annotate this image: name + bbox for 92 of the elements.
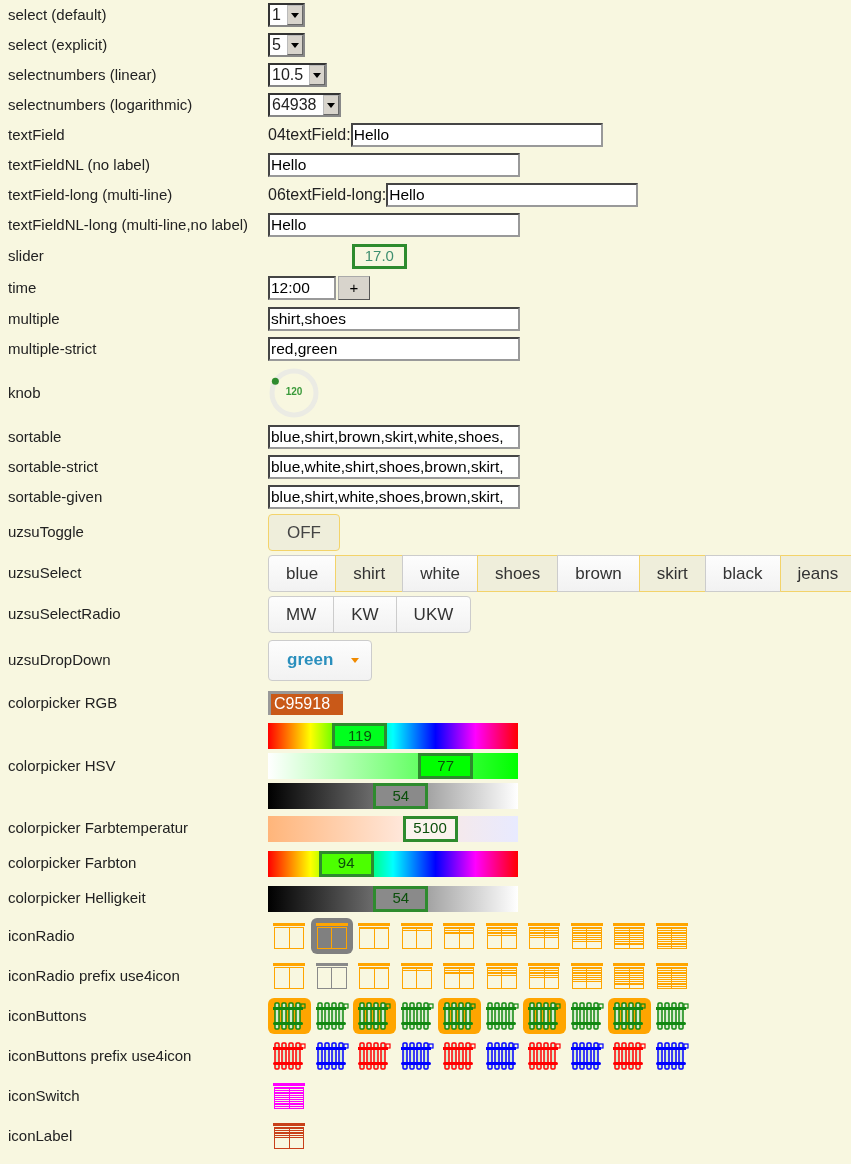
- field-label: textFieldNL (no label): [7, 154, 151, 175]
- text-field[interactable]: blue,white,shirt,shoes,brown,skirt,: [268, 455, 520, 479]
- text-field[interactable]: blue,shirt,brown,skirt,white,shoes,: [268, 425, 520, 449]
- field-label: sortable-strict: [7, 456, 100, 477]
- shutter-icon[interactable]: [315, 963, 348, 989]
- field-label: uzsuSelect: [7, 563, 83, 584]
- field-label: slider: [7, 245, 45, 266]
- field-label: uzsuDropDown: [7, 649, 112, 670]
- select-field[interactable]: 1: [268, 3, 305, 27]
- radiator-icon[interactable]: [357, 1041, 392, 1071]
- field-label: multiple-strict: [7, 338, 98, 359]
- text-field[interactable]: Hello: [350, 123, 603, 147]
- field-label: colorpicker Farbton: [7, 853, 138, 874]
- radiator-icon[interactable]: [654, 1001, 689, 1031]
- option-button[interactable]: brown: [557, 555, 640, 592]
- radiator-icon[interactable]: [272, 1041, 307, 1071]
- slider-track[interactable]: 17.0: [268, 243, 518, 269]
- field-label: sortable: [7, 426, 63, 447]
- option-button[interactable]: UKW: [395, 596, 472, 633]
- option-button[interactable]: MW: [268, 596, 335, 633]
- field-label: select (default): [7, 4, 108, 25]
- knob-indicator[interactable]: [271, 377, 279, 385]
- color-slider-track[interactable]: 119: [268, 723, 518, 749]
- time-field[interactable]: 12:00: [268, 276, 336, 300]
- option-button[interactable]: black: [704, 555, 781, 592]
- select-field[interactable]: 5: [268, 33, 305, 57]
- color-slider-handle[interactable]: 77: [418, 753, 474, 779]
- field-label: time: [7, 277, 38, 298]
- color-slider-handle[interactable]: 94: [318, 850, 374, 877]
- radiator-icon[interactable]: [399, 1001, 434, 1031]
- radiator-icon[interactable]: [484, 1001, 519, 1031]
- option-button[interactable]: jeans: [779, 555, 851, 592]
- option-button[interactable]: shoes: [476, 555, 559, 592]
- field-label: colorpicker Helligkeit: [7, 888, 147, 909]
- shutter-icon[interactable]: [273, 1083, 306, 1109]
- plus-button[interactable]: +: [338, 276, 370, 300]
- option-button[interactable]: blue: [268, 555, 337, 592]
- radiator-icon[interactable]: [442, 1041, 477, 1071]
- field-label: uzsuSelectRadio: [7, 604, 122, 625]
- field-label: textField: [7, 124, 66, 145]
- select-field[interactable]: 10.5: [268, 63, 328, 87]
- field-label: iconLabel: [7, 1125, 74, 1146]
- field-label: colorpicker HSV: [7, 755, 117, 776]
- field-label: textField-long (multi-line): [7, 184, 174, 205]
- color-slider-handle[interactable]: 119: [332, 723, 388, 749]
- field-label: iconButtons: [7, 1005, 88, 1026]
- field-label: select (explicit): [7, 34, 109, 55]
- caret-icon: [351, 657, 359, 663]
- option-button[interactable]: KW: [333, 596, 397, 633]
- toggle-button[interactable]: OFF: [268, 514, 340, 551]
- text-field[interactable]: red,green: [268, 337, 520, 361]
- field-label: iconRadio: [7, 925, 76, 946]
- radiator-icon[interactable]: [569, 1041, 604, 1071]
- radiator-icon[interactable]: [612, 1041, 647, 1071]
- color-slider-track[interactable]: 77: [268, 753, 518, 779]
- radiator-icon[interactable]: [654, 1041, 689, 1071]
- text-field[interactable]: Hello: [386, 183, 639, 207]
- text-field[interactable]: Hello: [268, 213, 520, 237]
- radiator-icon[interactable]: [527, 1041, 562, 1071]
- field-label: selectnumbers (linear): [7, 64, 158, 85]
- option-button[interactable]: white: [402, 555, 478, 592]
- radiator-icon[interactable]: [314, 1041, 349, 1071]
- slider-handle[interactable]: 17.0: [351, 243, 407, 269]
- field-label: iconButtons prefix use4icon: [7, 1045, 193, 1066]
- field-label: knob: [7, 382, 42, 403]
- field-label: colorpicker Farbtemperatur: [7, 818, 190, 839]
- radiator-icon[interactable]: [569, 1001, 604, 1031]
- radiator-icon[interactable]: [314, 1001, 349, 1031]
- select-field[interactable]: 64938: [268, 93, 341, 117]
- field-label: multiple: [7, 308, 61, 329]
- option-button[interactable]: shirt: [335, 555, 404, 592]
- text-field[interactable]: blue,shirt,white,shoes,brown,skirt,: [268, 485, 520, 509]
- field-label: selectnumbers (logarithmic): [7, 94, 194, 115]
- field-label: sortable-given: [7, 486, 104, 507]
- color-field[interactable]: C95918: [268, 691, 343, 715]
- option-button[interactable]: skirt: [638, 555, 706, 592]
- shutter-icon[interactable]: [273, 1123, 306, 1149]
- text-field[interactable]: Hello: [268, 153, 520, 177]
- radiator-icon[interactable]: [399, 1041, 434, 1071]
- knob-value: 120: [284, 385, 304, 399]
- field-label: iconSwitch: [7, 1085, 81, 1106]
- field-label: textFieldNL-long (multi-line,no label): [7, 214, 250, 235]
- radiator-icon[interactable]: [484, 1041, 519, 1071]
- field-prefix: 06textField-long:: [268, 185, 387, 205]
- field-label: colorpicker RGB: [7, 692, 119, 713]
- color-slider-track[interactable]: 5100: [268, 815, 518, 842]
- field-label: uzsuToggle: [7, 522, 85, 543]
- color-slider-track[interactable]: 94: [268, 850, 518, 877]
- text-field[interactable]: shirt,shoes: [268, 307, 520, 331]
- color-slider-handle[interactable]: 5100: [402, 815, 458, 842]
- field-prefix: 04textField:: [268, 125, 351, 145]
- field-label: iconRadio prefix use4icon: [7, 965, 181, 986]
